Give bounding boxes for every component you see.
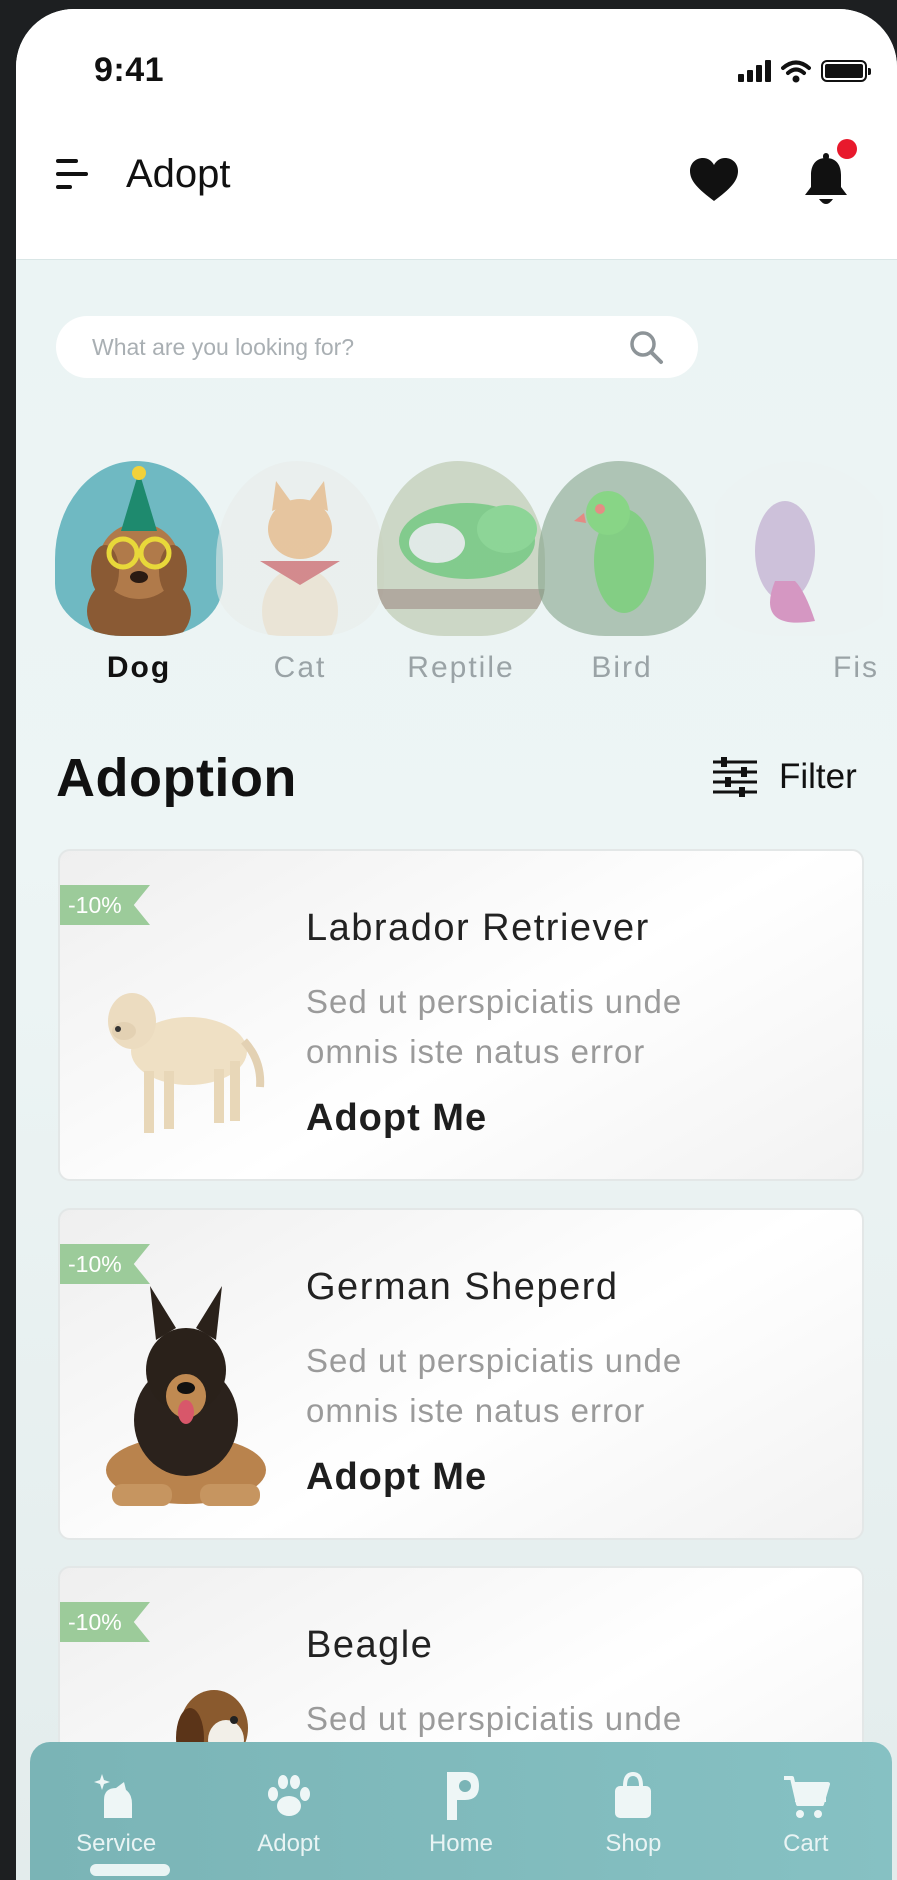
cart-icon	[783, 1776, 830, 1818]
nav-label: Adopt	[257, 1830, 320, 1857]
header-bar	[16, 9, 897, 260]
nav-label: Cart	[783, 1830, 829, 1857]
nav-label: Home	[428, 1830, 493, 1857]
card-title: German Sheperd	[306, 1266, 619, 1308]
nav-label: Service	[76, 1830, 157, 1857]
nav-item-home[interactable]: Home	[386, 1770, 536, 1858]
card-description-line: Sed ut perspiciatis unde	[306, 1700, 683, 1737]
shopping-bag-icon	[615, 1771, 652, 1818]
card-title: Beagle	[306, 1624, 434, 1666]
pet-card[interactable]: -10% Labrador Retriever Sed ut perspicia…	[58, 849, 864, 1181]
pet-service-icon	[94, 1774, 133, 1818]
notification-badge	[837, 139, 857, 159]
nav-item-service[interactable]: Service	[41, 1770, 191, 1858]
card-description: Sed ut perspiciatis unde	[306, 1694, 826, 1744]
bell-icon[interactable]	[802, 151, 850, 209]
category-label-reptile[interactable]: Reptile	[377, 651, 545, 685]
search-placeholder: What are you looking for?	[92, 333, 355, 360]
category-cat-image[interactable]	[216, 461, 384, 636]
category-fish-image[interactable]	[699, 461, 897, 636]
page-title: Adopt	[126, 152, 231, 196]
category-label-bird[interactable]: Bird	[538, 651, 706, 685]
phone-screen: 9:41 Adopt What are you looking for? Dog…	[16, 9, 897, 1880]
labrador-image	[108, 993, 265, 1133]
card-description: Sed ut perspiciatis unde omnis iste natu…	[306, 1336, 826, 1436]
card-description-line: omnis iste natus error	[306, 1033, 646, 1070]
category-bird-image[interactable]	[538, 461, 706, 636]
heart-icon[interactable]	[688, 157, 740, 203]
signal-icon	[738, 60, 771, 82]
menu-icon[interactable]	[56, 159, 88, 189]
adopt-me-button[interactable]: Adopt Me	[306, 1456, 487, 1499]
card-description: Sed ut perspiciatis unde omnis iste natu…	[306, 977, 826, 1077]
bottom-nav: Service Adopt Home Shop Cart	[30, 1742, 892, 1880]
status-icons	[738, 59, 871, 83]
search-input[interactable]: What are you looking for?	[56, 316, 698, 378]
german-shepherd-image	[106, 1286, 266, 1506]
category-label-cat[interactable]: Cat	[216, 651, 384, 685]
nav-item-shop[interactable]: Shop	[558, 1770, 708, 1858]
status-time: 9:41	[94, 51, 165, 89]
category-label-fish[interactable]: Fis	[699, 651, 897, 685]
card-description-line: Sed ut perspiciatis unde	[306, 1342, 683, 1379]
filter-icon	[713, 757, 757, 797]
nav-item-cart[interactable]: Cart	[731, 1770, 881, 1858]
category-dog-image[interactable]	[55, 461, 223, 636]
nav-label: Shop	[605, 1830, 662, 1857]
category-label-dog[interactable]: Dog	[55, 651, 223, 685]
card-description-line: Sed ut perspiciatis unde	[306, 983, 683, 1020]
home-indicator	[90, 1864, 170, 1876]
adopt-me-button[interactable]: Adopt Me	[306, 1097, 487, 1140]
section-title: Adoption	[56, 748, 297, 808]
home-p-icon	[446, 1772, 479, 1820]
search-icon[interactable]	[628, 329, 664, 365]
filter-button[interactable]: Filter	[711, 756, 857, 798]
paw-icon	[267, 1775, 310, 1816]
pet-card[interactable]: -10% German Sheperd Sed ut perspiciatis …	[58, 1208, 864, 1540]
card-title: Labrador Retriever	[306, 907, 650, 949]
wifi-icon	[781, 60, 811, 83]
battery-icon	[821, 60, 871, 82]
card-description-line: omnis iste natus error	[306, 1392, 646, 1429]
filter-label: Filter	[779, 757, 857, 796]
category-reptile-image[interactable]	[377, 461, 545, 636]
nav-item-adopt[interactable]: Adopt	[214, 1770, 364, 1858]
